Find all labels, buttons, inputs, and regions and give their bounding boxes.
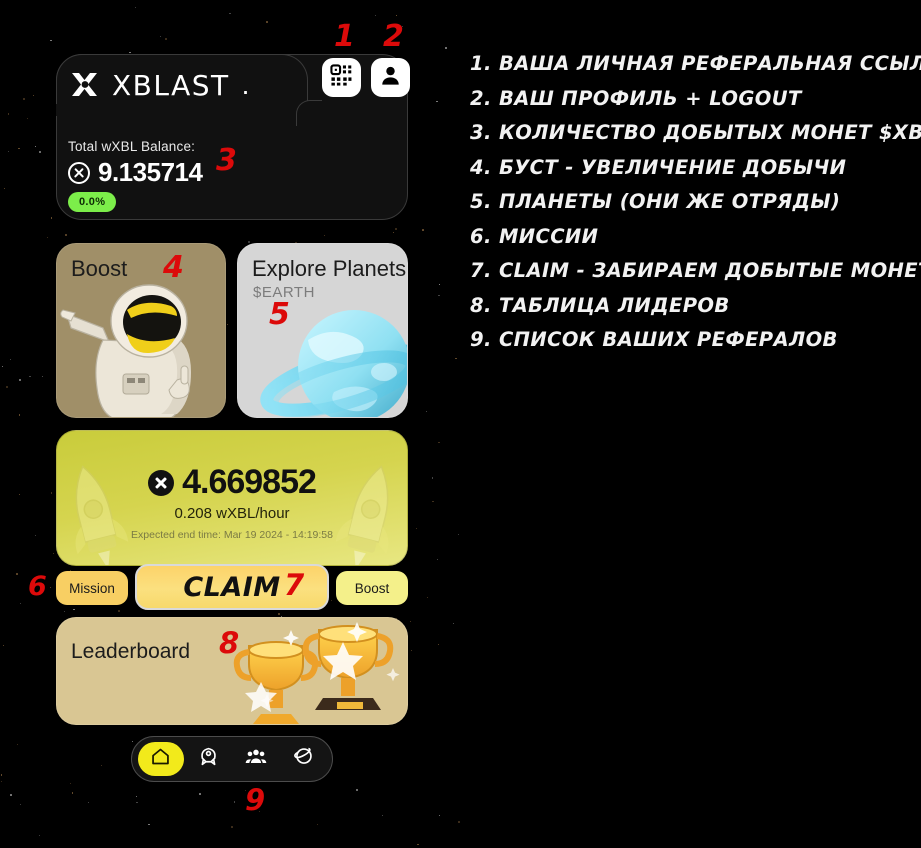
claim-button-label: CLAIM [183,571,281,603]
legend-line: 1. ВАША ЛИЧНАЯ РЕФЕРАЛЬНАЯ ССЫЛКА [470,52,921,75]
annotation-marker-6: 6 [28,571,47,602]
xblast-mark-icon [68,68,102,102]
balance-card-seam [56,104,308,116]
mining-expected-end: Expected end time: Mar 19 2024 - 14:19:5… [131,529,333,541]
mining-card: 4.669852 0.208 wXBL/hour Expected end ti… [56,430,408,566]
legend-line: 4. БУСТ - УВЕЛИЧЕНИЕ ДОБЫЧИ [470,155,847,179]
mission-button[interactable]: Mission [56,571,128,605]
annotation-marker-4: 4 [163,250,184,285]
referral-link-button[interactable] [322,58,361,97]
legend-line: 3. КОЛИЧЕСТВО ДОБЫТЫХ МОНЕТ $XBL [470,121,921,144]
legend-line: 6. МИССИИ [470,224,599,248]
planet-icon [293,746,314,772]
brand-name: XBLAST [112,68,230,102]
qr-code-icon [330,63,353,92]
balance-value: 9.135714 [98,157,203,187]
boost-tile[interactable]: Boost [56,243,226,418]
screenshot-root: XBLAST . Total wXBL Balance: 9.135714 0.… [0,0,921,848]
annotation-marker-2: 2 [383,19,404,54]
nav-item-missions[interactable] [186,742,232,776]
annotation-legend: 1. ВАША ЛИЧНАЯ РЕФЕРАЛЬНАЯ ССЫЛКА 2. ВАШ… [470,52,921,363]
balance-label: Total wXBL Balance: [68,139,196,154]
nav-item-planets[interactable] [281,742,327,776]
nav-item-friends[interactable] [233,742,279,776]
annotation-marker-1: 1 [334,19,355,54]
percent-change-badge: 0.0% [68,192,117,212]
planets-tile-title: Explore Planets [252,256,407,281]
app-viewport: XBLAST . Total wXBL Balance: 9.135714 0.… [0,0,460,848]
leaderboard-title: Leaderboard [71,640,191,663]
boost-button[interactable]: Boost [336,571,408,605]
nav-item-home[interactable] [138,742,184,776]
legend-line: 8. ТАБЛИЦА ЛИДЕРОВ [470,293,730,317]
rocket-icon [198,746,219,772]
mining-rate: 0.208 wXBL/hour [174,505,290,522]
legend-line: 9. СПИСОК ВАШИХ РЕФЕРАЛОВ [470,328,838,351]
brand-dot: . [241,69,250,100]
bottom-navigation [131,736,333,782]
brand-logo: XBLAST . [68,68,249,102]
annotation-marker-5: 5 [269,297,290,332]
balance-row: 9.135714 [68,157,203,188]
balance-card-notch [296,100,322,126]
mined-amount: 4.669852 [182,463,317,501]
annotation-marker-9: 9 [245,783,266,817]
home-icon [150,746,171,772]
person-icon [379,64,402,92]
annotation-marker-3: 3 [216,143,237,178]
explore-planets-tile[interactable]: Explore Planets $EARTH [237,243,408,418]
profile-button[interactable] [371,58,410,97]
people-icon [245,746,267,773]
annotation-marker-8: 8 [219,626,240,660]
xbl-coin-icon-dark [148,469,175,496]
boost-tile-title: Boost [71,256,128,281]
legend-line: 7. CLAIM - ЗАБИРАЕМ ДОБЫТЫЕ МОНЕТЫ [470,259,921,282]
legend-line: 2. ВАШ ПРОФИЛЬ + LOGOUT [470,86,802,110]
legend-line: 5. ПЛАНЕТЫ (ОНИ ЖЕ ОТРЯДЫ) [470,190,841,213]
xbl-coin-icon [68,161,90,184]
mined-amount-row: 4.669852 [57,463,407,502]
annotation-marker-7: 7 [284,568,305,602]
